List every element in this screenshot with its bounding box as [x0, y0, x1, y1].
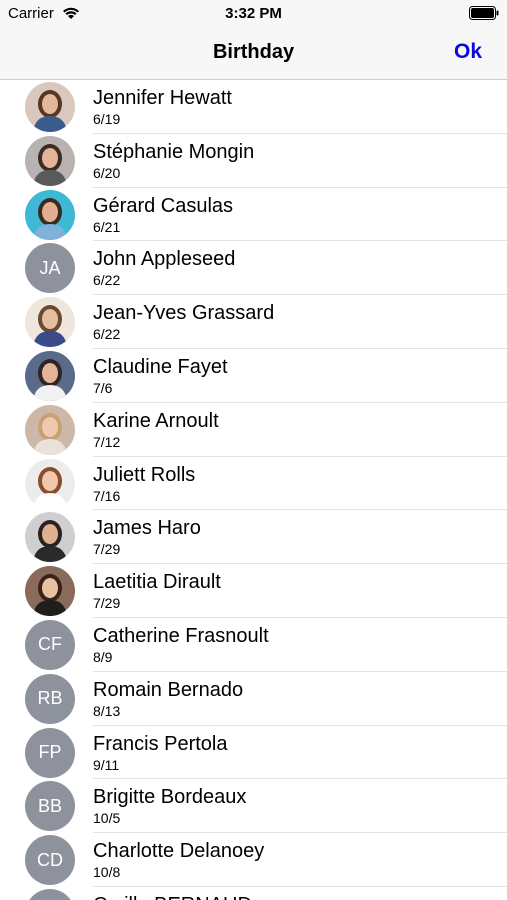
contact-row[interactable]: Juliett Rolls 7/16	[0, 457, 507, 511]
contact-birthday: 9/11	[93, 756, 120, 773]
avatar-photo	[25, 297, 75, 348]
avatar-photo	[25, 566, 75, 617]
contact-row[interactable]: FP Francis Pertola 9/11	[0, 726, 507, 780]
avatar-initials: RB	[25, 673, 75, 724]
avatar-photo	[25, 404, 75, 455]
avatar-initials: CD	[25, 835, 75, 886]
contact-birthday: 7/29	[93, 595, 121, 612]
contact-row[interactable]: Cyrille BERNAUD	[0, 887, 507, 900]
contact-name: Laetitia Dirault	[93, 571, 221, 594]
contact-birthday: 10/5	[93, 810, 121, 827]
contact-name: Gérard Casulas	[93, 194, 234, 217]
contact-name: Francis Pertola	[93, 732, 228, 755]
avatar-photo	[25, 458, 75, 509]
status-bar: Carrier 3:32 PM	[0, 0, 507, 28]
contact-birthday: 7/16	[93, 487, 121, 504]
contact-name: Catherine Frasnoult	[93, 624, 269, 647]
avatar-initials: JA	[25, 243, 75, 294]
contact-birthday: 6/20	[93, 164, 121, 181]
contact-birthday: 10/8	[93, 864, 121, 881]
contact-name: Cyrille BERNAUD	[93, 894, 252, 900]
ok-button[interactable]: Ok	[454, 40, 482, 64]
contact-name: Brigitte Bordeaux	[93, 786, 247, 809]
contact-birthday: 7/29	[93, 541, 121, 558]
contact-birthday: 7/6	[93, 379, 113, 396]
avatar-photo	[25, 350, 75, 401]
contact-birthday: 8/9	[93, 648, 113, 665]
contact-name: Claudine Fayet	[93, 355, 228, 378]
contact-row[interactable]: Stéphanie Mongin 6/20	[0, 134, 507, 188]
contact-row[interactable]: Karine Arnoult 7/12	[0, 403, 507, 457]
contact-row[interactable]: Gérard Casulas 6/21	[0, 188, 507, 242]
battery-icon	[469, 6, 499, 20]
nav-bar: Birthday Ok	[0, 28, 507, 80]
avatar-initials: CF	[25, 619, 75, 670]
contact-birthday: 6/21	[93, 218, 121, 235]
contact-row[interactable]: BB Brigitte Bordeaux 10/5	[0, 779, 507, 834]
contact-name: Romain Bernado	[93, 678, 244, 701]
contact-name: John Appleseed	[93, 248, 236, 271]
contact-name: James Haro	[93, 517, 201, 540]
contact-birthday: 7/12	[93, 433, 121, 450]
page-title: Birthday	[212, 41, 295, 63]
contact-name: Karine Arnoult	[93, 409, 219, 432]
avatar-photo	[25, 512, 75, 563]
contact-row[interactable]: James Haro 7/29	[0, 510, 507, 565]
contact-name: Juliett Rolls	[93, 463, 196, 486]
avatar-photo	[25, 82, 75, 132]
avatar-photo	[25, 135, 75, 186]
status-time: 3:32 PM	[225, 5, 282, 22]
contact-row[interactable]: JA John Appleseed 6/22	[0, 241, 507, 296]
contact-row[interactable]: CF Catherine Frasnoult 8/9	[0, 618, 507, 672]
contact-list[interactable]: Jennifer Hewatt 6/19 Stéphanie Mongin 6/20 G…	[0, 80, 507, 900]
contact-birthday: 6/19	[93, 111, 121, 127]
contact-row[interactable]: Jennifer Hewatt 6/19	[0, 80, 507, 134]
contact-name: Jennifer Hewatt	[93, 87, 232, 109]
contact-row[interactable]: RB Romain Bernado 8/13	[0, 672, 507, 726]
contact-birthday: 6/22	[93, 326, 121, 343]
avatar-initials: BB	[25, 781, 75, 832]
contact-name: Jean-Yves Grassard	[93, 302, 275, 325]
contact-row[interactable]: Claudine Fayet 7/6	[0, 349, 507, 403]
contact-name: Charlotte Delanoey	[93, 840, 265, 863]
avatar-photo	[25, 189, 75, 240]
contact-row[interactable]: Laetitia Dirault 7/29	[0, 564, 507, 618]
avatar-initials	[25, 888, 75, 900]
avatar-initials: FP	[25, 727, 75, 778]
contact-birthday: 8/13	[93, 702, 121, 719]
contact-birthday: 6/22	[93, 272, 121, 289]
contact-name: Stéphanie Mongin	[93, 140, 255, 163]
contact-row[interactable]: Jean-Yves Grassard 6/22	[0, 295, 507, 349]
contact-row[interactable]: CD Charlotte Delanoey 10/8	[0, 833, 507, 887]
